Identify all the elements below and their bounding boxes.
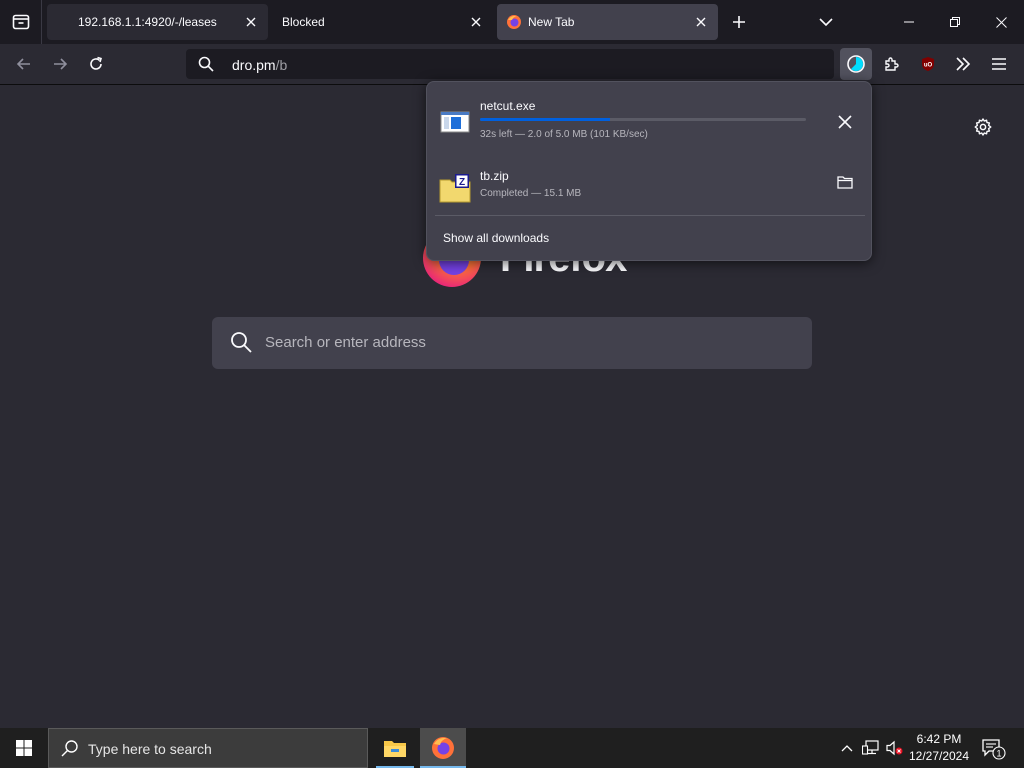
url-path: /b [275,57,288,73]
taskbar-file-explorer[interactable] [372,728,418,768]
cancel-icon [838,115,852,129]
download-status: Completed — 15.1 MB [480,188,582,199]
firefox-view-button[interactable] [0,0,42,44]
puzzle-piece-icon [885,57,899,71]
new-tab-button[interactable] [727,10,751,34]
search-icon [61,739,79,762]
download-progress-icon [847,55,865,73]
gear-icon [974,118,992,136]
tab-title: 192.168.1.1:4920/-/leases [78,15,217,29]
action-center-button[interactable]: 1 [982,738,1006,760]
reload-button[interactable] [80,48,112,80]
overflow-menu-button[interactable] [947,48,979,80]
navigation-toolbar: dro.pm/b uO [0,44,1024,85]
clock-time: 6:42 PM [916,732,962,746]
tab-bar: 192.168.1.1:4920/-/leases Blocked New Ta… [0,0,1024,44]
search-icon [198,56,214,77]
personalize-settings-button[interactable] [972,116,994,138]
reload-icon [90,56,102,70]
window-close-button[interactable] [978,0,1024,44]
panel-separator [435,215,865,216]
ublock-origin-button[interactable]: uO [912,48,944,80]
cancel-download-button[interactable] [833,110,857,134]
taskbar-clock[interactable]: 6:42 PM 12/27/2024 [906,731,972,765]
firefox-logo-icon [432,737,454,759]
list-all-tabs-button[interactable] [814,10,838,34]
download-item[interactable]: Z tb.zip Completed — 15.1 MB [427,156,873,222]
notification-icon: 1 [982,739,1006,760]
window-minimize-button[interactable] [886,0,932,44]
download-filename: netcut.exe [480,99,536,113]
show-all-downloads-button[interactable]: Show all downloads [443,231,549,245]
tab-new-tab[interactable]: New Tab [497,4,718,40]
downloads-panel: netcut.exe 32s left — 2.0 of 5.0 MB (101… [426,81,872,261]
minimize-icon [904,21,914,23]
restore-icon [950,17,960,27]
tab-title: New Tab [528,15,575,29]
zip-archive-icon: Z [439,172,471,204]
start-button[interactable] [0,728,48,768]
folder-icon [837,176,853,189]
download-progress-bar [480,118,806,121]
network-icon [862,740,879,755]
taskbar-firefox[interactable] [420,728,466,768]
tab-close-icon[interactable] [694,15,708,29]
plus-icon [733,16,745,28]
notification-count: 1 [996,749,1001,759]
chevron-down-icon [819,18,833,27]
clock-date: 12/27/2024 [908,749,970,763]
search-placeholder: Search or enter address [265,334,426,351]
close-icon [995,16,1007,28]
arrow-right-icon [54,58,68,70]
show-hidden-icons-button[interactable] [837,738,857,758]
file-explorer-icon [384,741,406,757]
windows-taskbar: Type here to search 6:42 PM 12/27/2024 1 [0,728,1024,768]
download-progress-fill [480,118,611,121]
firefox-favicon-icon [506,14,522,33]
download-status: 32s left — 2.0 of 5.0 MB (101 KB/sec) [480,129,648,140]
volume-muted-icon [886,740,903,756]
chevron-up-icon [841,745,853,752]
windows-logo-icon [16,740,32,756]
window-restore-button[interactable] [932,0,978,44]
double-chevron-right-icon [956,57,971,71]
svg-text:uO: uO [924,63,933,69]
url-host: dro.pm [232,57,276,73]
taskbar-search-placeholder: Type here to search [88,741,212,757]
tab-close-icon[interactable] [244,15,258,29]
forward-button[interactable] [44,48,76,80]
show-in-folder-button[interactable] [833,170,857,194]
extensions-button[interactable] [876,48,908,80]
address-bar[interactable]: dro.pm/b [186,49,834,79]
hamburger-menu-icon [992,58,1006,70]
tab-leases[interactable]: 192.168.1.1:4920/-/leases [47,4,268,40]
downloads-button[interactable] [840,48,872,80]
svg-text:Z: Z [459,177,465,188]
url-text[interactable]: dro.pm/b [232,57,287,73]
network-status-button[interactable] [861,738,881,758]
volume-button[interactable] [885,738,905,758]
executable-file-icon [439,106,471,138]
ublock-shield-icon: uO [922,57,934,71]
download-item[interactable]: netcut.exe 32s left — 2.0 of 5.0 MB (101… [427,90,873,156]
arrow-left-icon [16,58,30,70]
tab-blocked[interactable]: Blocked [270,4,493,40]
taskbar-search-box[interactable]: Type here to search [48,728,368,768]
app-menu-button[interactable] [983,48,1015,80]
back-button[interactable] [8,48,40,80]
firefox-view-icon [12,14,29,30]
tab-title: Blocked [282,15,325,29]
download-filename: tb.zip [480,169,509,183]
search-icon [230,331,252,358]
tab-close-icon[interactable] [469,15,483,29]
newtab-search-box[interactable]: Search or enter address [212,317,812,369]
